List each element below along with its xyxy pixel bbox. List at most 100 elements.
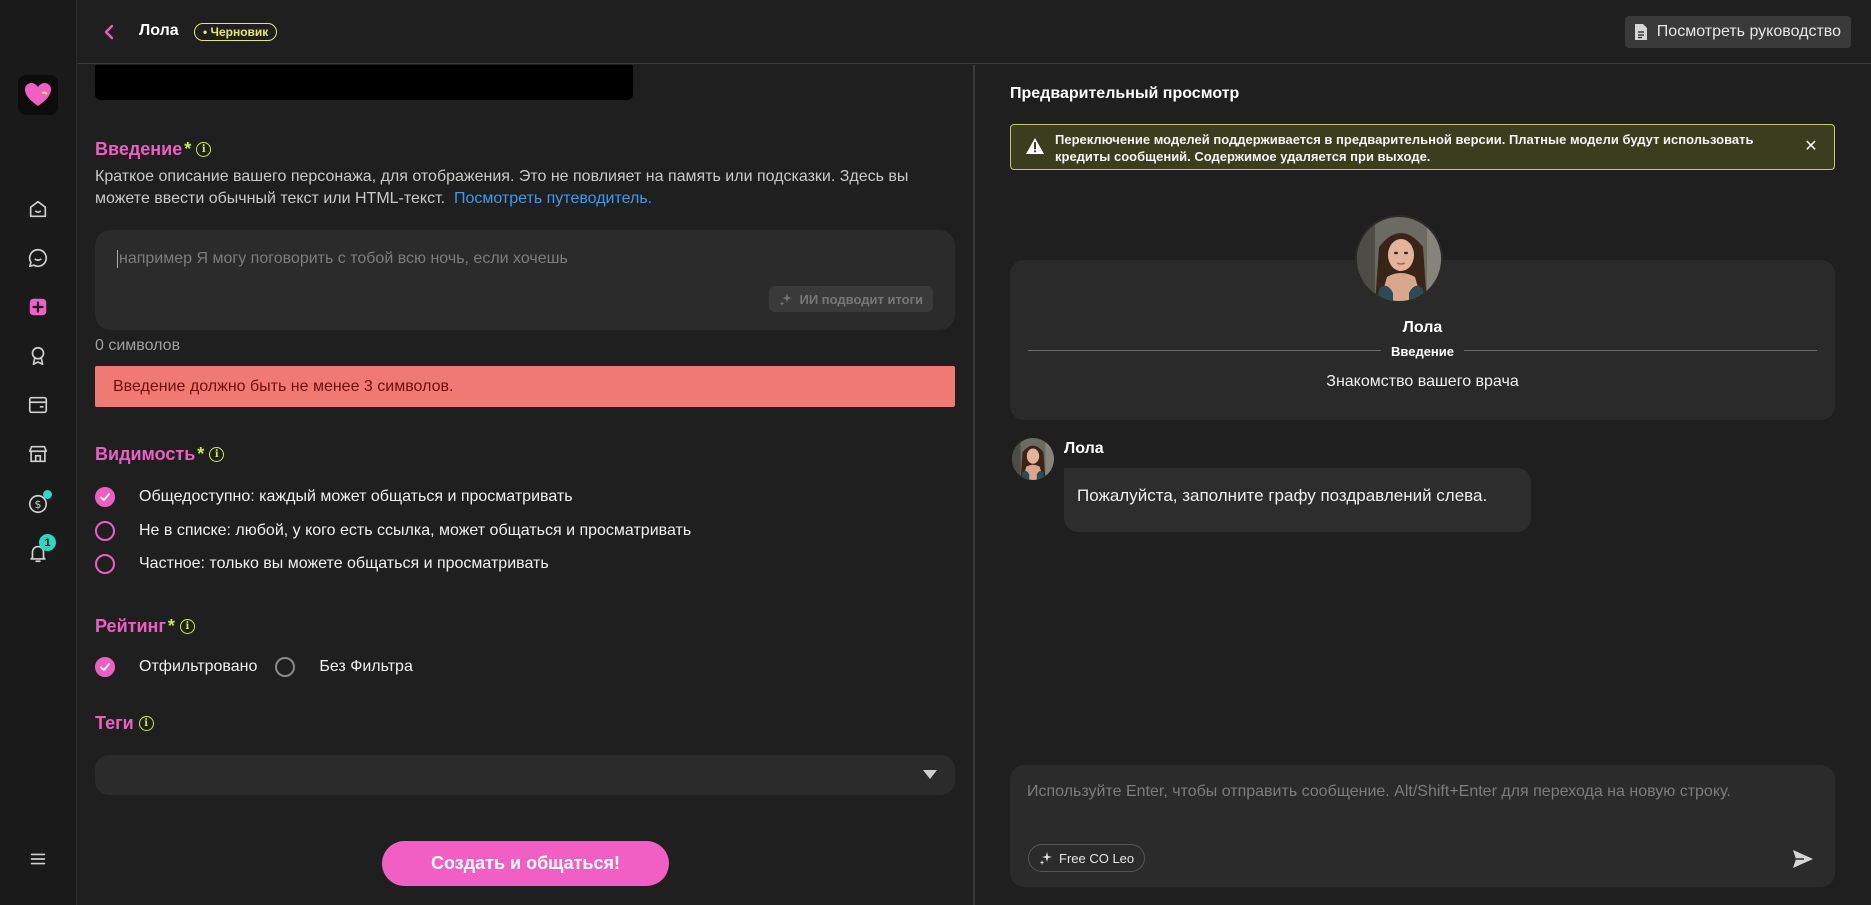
view-guide-label: Посмотреть руководство <box>1656 23 1841 40</box>
tags-select[interactable] <box>95 755 955 795</box>
warning-triangle-icon <box>1026 138 1044 154</box>
intro-error-message: Введение должно быть не менее 3 символов… <box>95 366 955 407</box>
radio-unchecked-icon <box>95 521 115 541</box>
intro-textbox: ИИ подводит итоги <box>95 230 955 330</box>
wallet-icon <box>28 396 48 414</box>
credits-button[interactable]: $ <box>22 488 54 520</box>
chats-button[interactable] <box>22 242 54 274</box>
preview-warning-text: Переключение моделей поддерживается в пр… <box>1055 132 1754 164</box>
chat-bubble-icon <box>28 248 48 268</box>
home-button[interactable] <box>22 193 54 225</box>
create-and-chat-button[interactable]: Создать и общаться! <box>382 841 669 886</box>
info-icon[interactable]: i <box>138 716 154 731</box>
info-icon[interactable]: i <box>209 447 225 462</box>
visibility-option-private[interactable]: Частное: только вы можете общаться и про… <box>95 552 549 576</box>
visibility-title-label: Видимость <box>95 444 196 464</box>
plus-square-icon <box>29 298 47 316</box>
draft-status-badge: • Черновик <box>194 23 278 41</box>
preview-panel: Предварительный просмотр Переключение мо… <box>975 65 1871 905</box>
model-selector-chip[interactable]: Free CO Leo <box>1028 844 1146 872</box>
intro-input[interactable] <box>117 250 917 268</box>
hamburger-menu-icon <box>30 853 46 865</box>
visibility-option-label: Общедоступно: каждый может общаться и пр… <box>139 488 573 505</box>
close-icon[interactable]: ✕ <box>1800 135 1822 157</box>
rating-title-label: Рейтинг <box>95 616 166 636</box>
radio-checked-icon <box>95 657 115 677</box>
intro-section-title: Введение * i <box>95 139 212 160</box>
top-bar: Лола • Черновик Посмотреть руководство <box>77 0 1871 64</box>
chevron-down-icon <box>923 770 937 779</box>
nav-rail: $ 1 <box>0 0 77 905</box>
message-author-avatar <box>1012 438 1054 480</box>
svg-text:$: $ <box>35 498 42 511</box>
award-icon <box>31 346 45 366</box>
message-composer: Free CO Leo <box>1010 765 1835 887</box>
store-icon <box>28 445 48 463</box>
intro-title-label: Введение <box>95 139 183 159</box>
home-icon <box>29 200 47 218</box>
message-input[interactable] <box>1027 783 1817 823</box>
previous-field-box <box>95 65 633 100</box>
rating-required-mark: * <box>167 616 175 636</box>
intro-required-mark: * <box>184 139 192 159</box>
document-icon <box>1634 24 1647 40</box>
portrait-avatar-icon <box>1012 438 1054 480</box>
radio-checked-icon <box>95 487 115 507</box>
intro-description: Краткое описание вашего персонажа, для о… <box>95 166 955 210</box>
tags-section-title: Теги i <box>95 713 154 734</box>
rating-option-label: Отфильтровано <box>139 658 258 675</box>
achievements-button[interactable] <box>22 340 54 372</box>
message-bubble: Пожалуйста, заполните графу поздравлений… <box>1064 468 1531 532</box>
ai-summarize-label: ИИ подводит итоги <box>799 291 923 307</box>
preview-warning-banner: Переключение моделей поддерживается в пр… <box>1010 124 1835 170</box>
info-icon[interactable]: i <box>179 619 195 634</box>
visibility-option-label: Частное: только вы можете общаться и про… <box>139 555 549 572</box>
notification-count-badge: 1 <box>39 534 56 551</box>
wallet-button[interactable] <box>22 389 54 421</box>
portrait-avatar-icon <box>1357 217 1441 301</box>
notifications-button[interactable]: 1 <box>22 534 56 569</box>
card-character-name: Лола <box>1402 319 1443 336</box>
create-button[interactable] <box>22 291 54 323</box>
card-section-label-text: Введение <box>1381 344 1464 359</box>
character-name-title: Лола <box>139 22 179 39</box>
card-intro-text: Знакомство вашего врача <box>1326 373 1519 390</box>
sparkle-icon <box>1039 852 1052 865</box>
character-form: Введение * i Краткое описание вашего пер… <box>77 65 974 905</box>
view-guide-button[interactable]: Посмотреть руководство <box>1624 16 1851 48</box>
visibility-option-public[interactable]: Общедоступно: каждый может общаться и пр… <box>95 485 573 509</box>
back-button[interactable] <box>97 20 121 44</box>
rating-option-unfiltered[interactable]: Без Фильтра <box>275 657 413 677</box>
character-avatar <box>1355 215 1443 303</box>
rating-options: Отфильтровано Без Фильтра <box>95 655 413 679</box>
send-button[interactable] <box>1789 845 1817 873</box>
chevron-left-icon <box>104 24 114 40</box>
visibility-required-mark: * <box>197 444 205 464</box>
radio-unchecked-icon <box>95 554 115 574</box>
store-button[interactable] <box>22 438 54 470</box>
model-chip-label: Free CO Leo <box>1059 850 1135 866</box>
visibility-option-unlisted[interactable]: Не в списке: любой, у кого есть ссылка, … <box>95 519 691 543</box>
rating-option-filtered[interactable]: Отфильтровано <box>95 657 257 677</box>
rating-option-label: Без Фильтра <box>319 658 413 675</box>
visibility-section-title: Видимость * i <box>95 444 225 465</box>
tags-title-label: Теги <box>95 713 134 733</box>
sparkle-icon <box>779 293 793 306</box>
send-arrow-icon <box>1793 850 1813 868</box>
app-root: $ 1 Лола • Черновик Посмотреть руководст… <box>0 0 1871 905</box>
intro-char-count: 0 символов <box>95 337 181 354</box>
menu-button[interactable] <box>22 843 54 875</box>
checkmark-icon <box>100 663 110 671</box>
app-logo[interactable] <box>18 75 58 115</box>
info-icon[interactable]: i <box>196 142 212 157</box>
message-author-name: Лола <box>1064 440 1104 457</box>
preview-title: Предварительный просмотр <box>1010 85 1240 102</box>
rating-section-title: Рейтинг * i <box>95 616 195 637</box>
view-guide-link[interactable]: Посмотреть путеводитель. <box>454 190 652 207</box>
card-section-label: Введение <box>1010 343 1835 361</box>
radio-unchecked-icon <box>275 657 296 677</box>
credits-dot-badge <box>43 490 52 499</box>
visibility-option-label: Не в списке: любой, у кого есть ссылка, … <box>139 522 692 539</box>
heart-logo-icon <box>25 83 51 106</box>
ai-summarize-button[interactable]: ИИ подводит итоги <box>769 286 933 312</box>
